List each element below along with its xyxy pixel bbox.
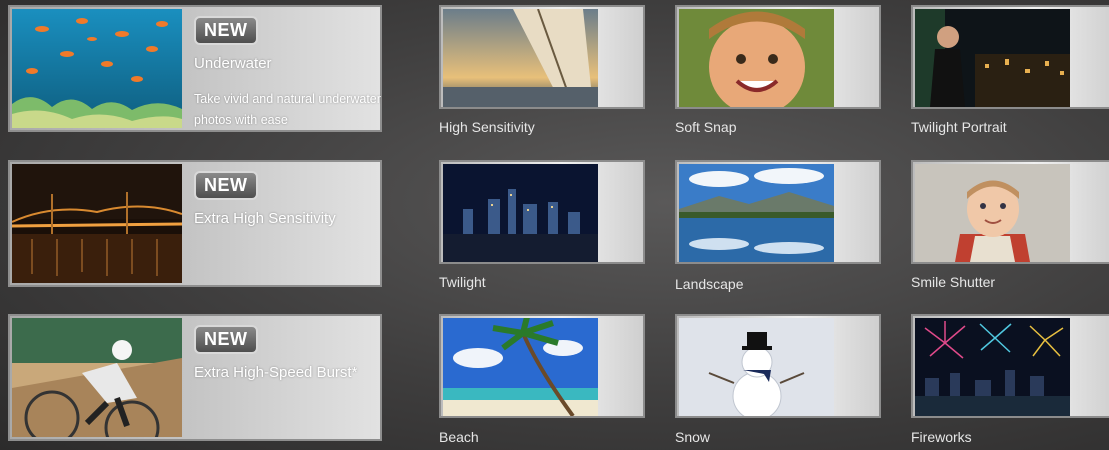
scene-label: High Sensitivity — [439, 119, 535, 135]
toddler-photo — [915, 164, 1070, 262]
scene-tile-smile-shutter[interactable] — [911, 160, 1109, 264]
man-city-night-photo — [915, 9, 1070, 107]
bridge-night-photo — [12, 164, 182, 283]
scene-label: Soft Snap — [675, 119, 737, 135]
sailboat-sunset-photo — [443, 9, 598, 107]
new-badge: NEW — [194, 171, 258, 200]
scene-label: Twilight — [439, 274, 486, 290]
new-badge: NEW — [194, 325, 258, 354]
cyclist-photo — [12, 318, 182, 437]
scene-label: Landscape — [675, 276, 744, 292]
scene-tile-snow[interactable] — [675, 314, 881, 418]
new-badge: NEW — [194, 16, 258, 45]
feature-extra-high-speed-burst[interactable]: NEW Extra High-Speed Burst* — [8, 314, 382, 441]
mountain-lake-photo — [679, 164, 834, 262]
scene-tile-twilight[interactable] — [439, 160, 645, 264]
scene-tile-beach[interactable] — [439, 314, 645, 418]
city-skyline-night-photo — [443, 164, 598, 262]
feature-title: Extra High-Speed Burst* — [194, 364, 358, 381]
smiling-boy-photo — [679, 9, 834, 107]
feature-extra-high-sensitivity[interactable]: NEW Extra High Sensitivity — [8, 160, 382, 287]
feature-description: Take vivid and natural underwater photos… — [194, 92, 381, 127]
scene-tile-soft-snap[interactable] — [675, 5, 881, 109]
palm-beach-photo — [443, 318, 598, 416]
feature-title: Extra High Sensitivity — [194, 210, 336, 227]
feature-title: Underwater — [194, 55, 272, 72]
scene-tile-fireworks[interactable] — [911, 314, 1109, 418]
scene-label: Smile Shutter — [911, 274, 996, 290]
scene-label: Beach — [439, 429, 479, 445]
scene-tile-high-sensitivity[interactable] — [439, 5, 645, 109]
feature-underwater[interactable]: NEW Underwater Take vivid and natural un… — [8, 5, 382, 132]
scene-tile-landscape[interactable] — [675, 160, 881, 264]
scene-label: Twilight Portrait — [911, 119, 1007, 135]
fireworks-city-photo — [915, 318, 1070, 416]
underwater-fish-photo — [12, 9, 182, 128]
scene-label: Fireworks — [911, 429, 972, 445]
snowman-photo — [679, 318, 834, 416]
scene-label: Snow — [675, 429, 711, 445]
scene-tile-twilight-portrait[interactable] — [911, 5, 1109, 109]
